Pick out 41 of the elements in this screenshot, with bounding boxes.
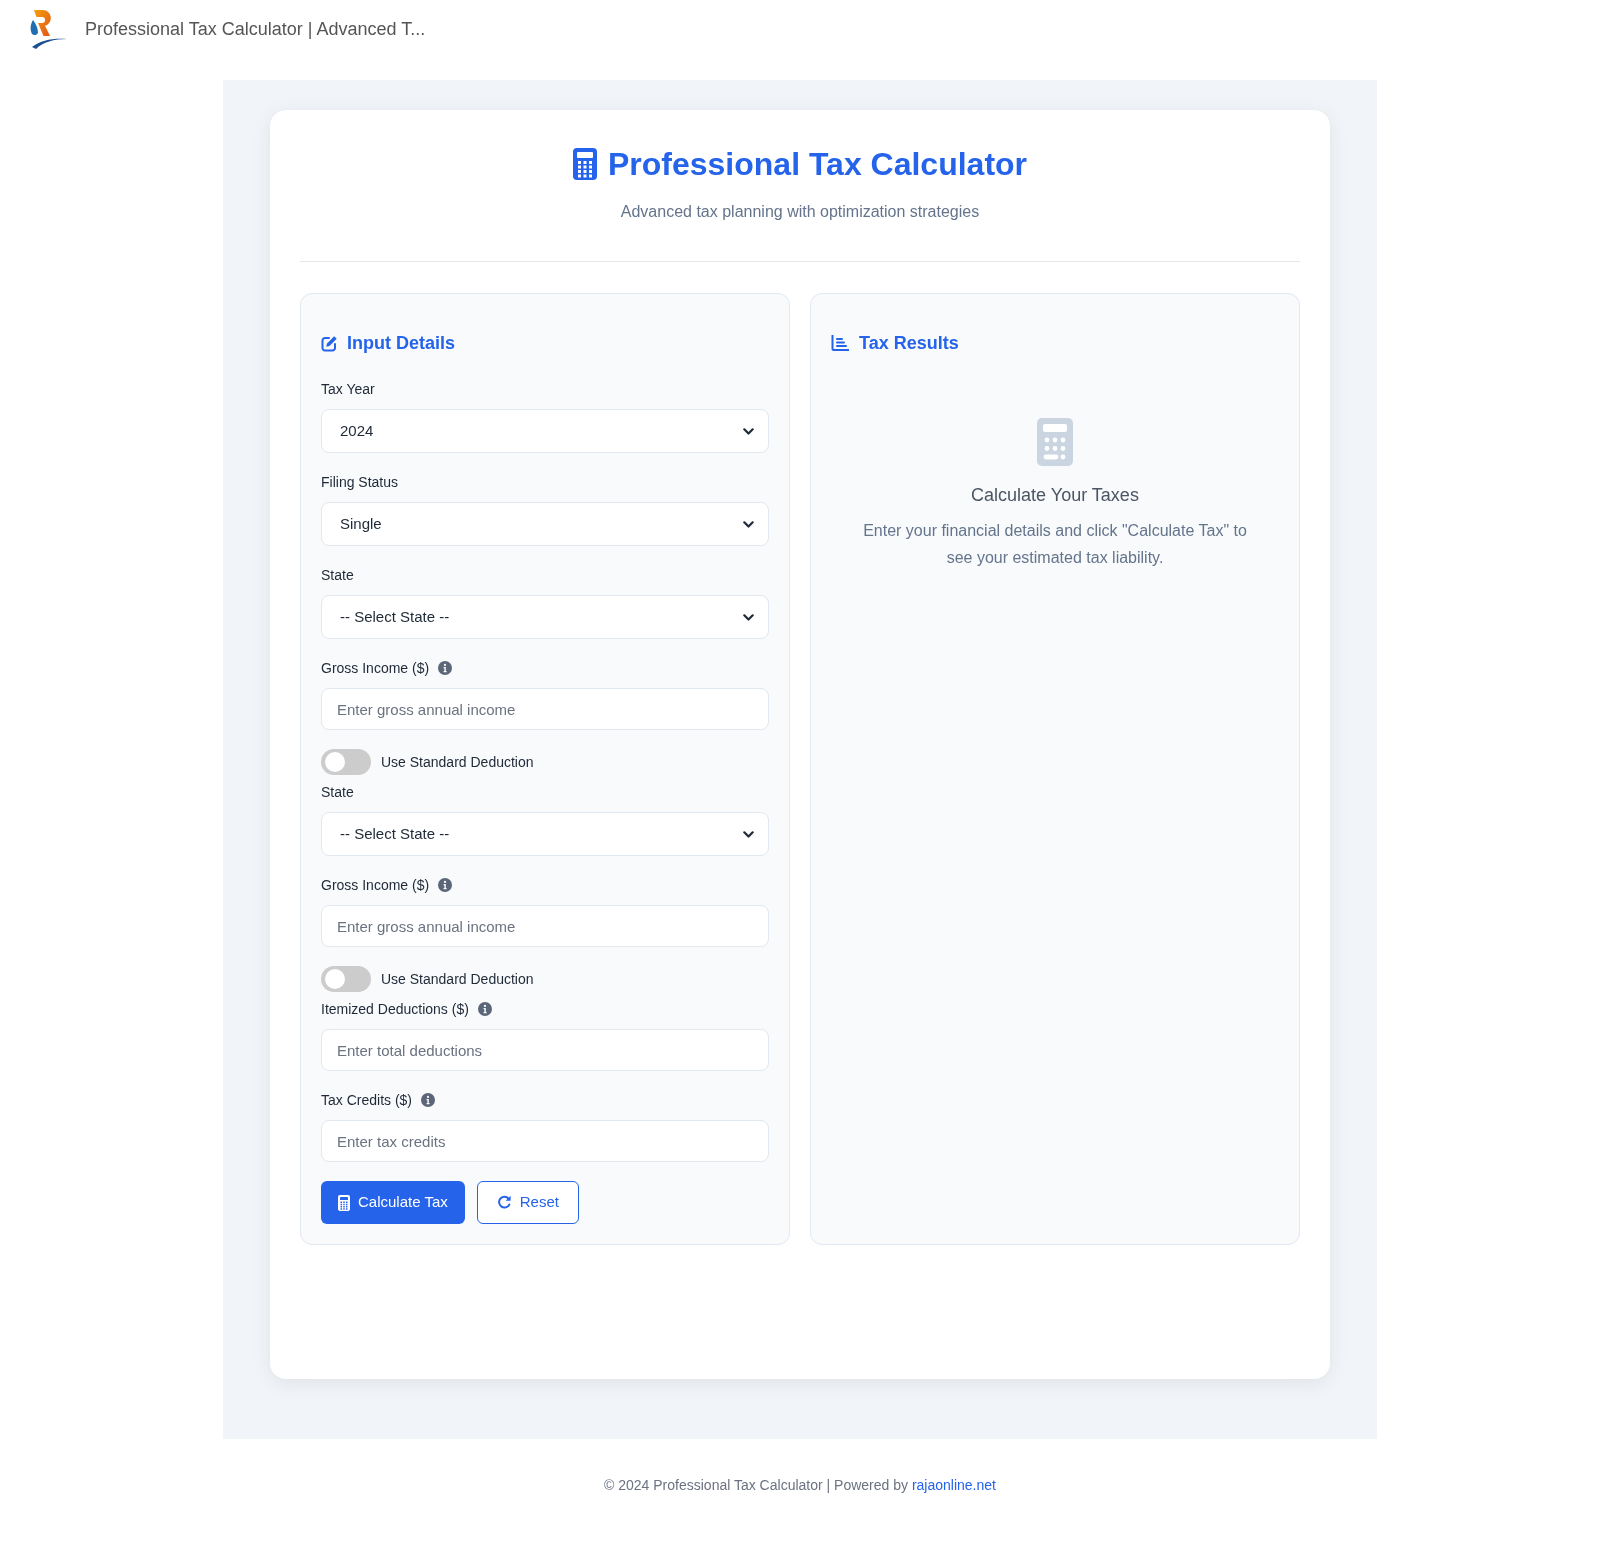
empty-state-text: Enter your financial details and click "Calculate Tax" to see your estimated tax liability.: [862, 521, 1248, 568]
panel-heading: Input Details: [347, 331, 455, 355]
field-label: Gross Income ($): [321, 659, 430, 678]
field-label: Gross Income ($): [321, 876, 430, 895]
circular-arrow-icon: [496, 1195, 512, 1210]
field-label: Itemized Deductions ($): [321, 1000, 469, 1019]
calculator-icon: [338, 1194, 350, 1211]
field-label: State: [321, 783, 354, 802]
page-subtitle: Advanced tax planning with optimization strategies: [620, 202, 980, 222]
footer-link[interactable]: rajaonline.net: [911, 1477, 996, 1493]
chevron-down-icon: [743, 830, 754, 838]
site-title: Professional Tax Calculator | Advanced T...: [85, 17, 426, 41]
footer-text: © 2024 Professional Tax Calculator | Powered by rajaonline.net: [604, 1476, 996, 1495]
edit-icon: [321, 334, 338, 352]
toggle-label: Use Standard Deduction: [381, 969, 534, 989]
empty-state-title: Calculate Your Taxes: [971, 484, 1139, 507]
calculate-button[interactable]: Calculate Tax: [321, 1181, 465, 1224]
calculator-icon: [1037, 418, 1073, 466]
field-label: State: [321, 566, 354, 585]
bar-chart-icon: [831, 335, 849, 351]
field-label: Tax Credits ($): [321, 1091, 413, 1110]
calculator-icon: [572, 148, 597, 180]
dropdown[interactable]: Single: [321, 502, 769, 546]
field-label: Filing Status: [321, 473, 399, 492]
toggle-switch[interactable]: [321, 966, 371, 992]
chevron-down-icon: [743, 427, 754, 435]
toggle-switch[interactable]: [321, 749, 371, 775]
dropdown[interactable]: -- Select State --: [321, 595, 769, 639]
dropdown[interactable]: -- Select State --: [321, 812, 769, 856]
toggle-label: Use Standard Deduction: [381, 752, 534, 772]
text-input[interactable]: Enter tax credits: [321, 1120, 769, 1162]
text-input[interactable]: Enter total deductions: [321, 1029, 769, 1071]
chevron-down-icon: [743, 613, 754, 621]
chevron-down-icon: [743, 520, 754, 528]
panel-heading: Tax Results: [859, 331, 959, 355]
reset-button[interactable]: Reset: [476, 1181, 579, 1224]
text-input[interactable]: Enter gross annual income: [321, 688, 769, 730]
page-title: Professional Tax Calculator: [607, 145, 1028, 184]
dropdown[interactable]: 2024: [321, 409, 769, 453]
text-input[interactable]: Enter gross annual income: [321, 905, 769, 947]
field-label: Tax Year: [321, 380, 375, 399]
